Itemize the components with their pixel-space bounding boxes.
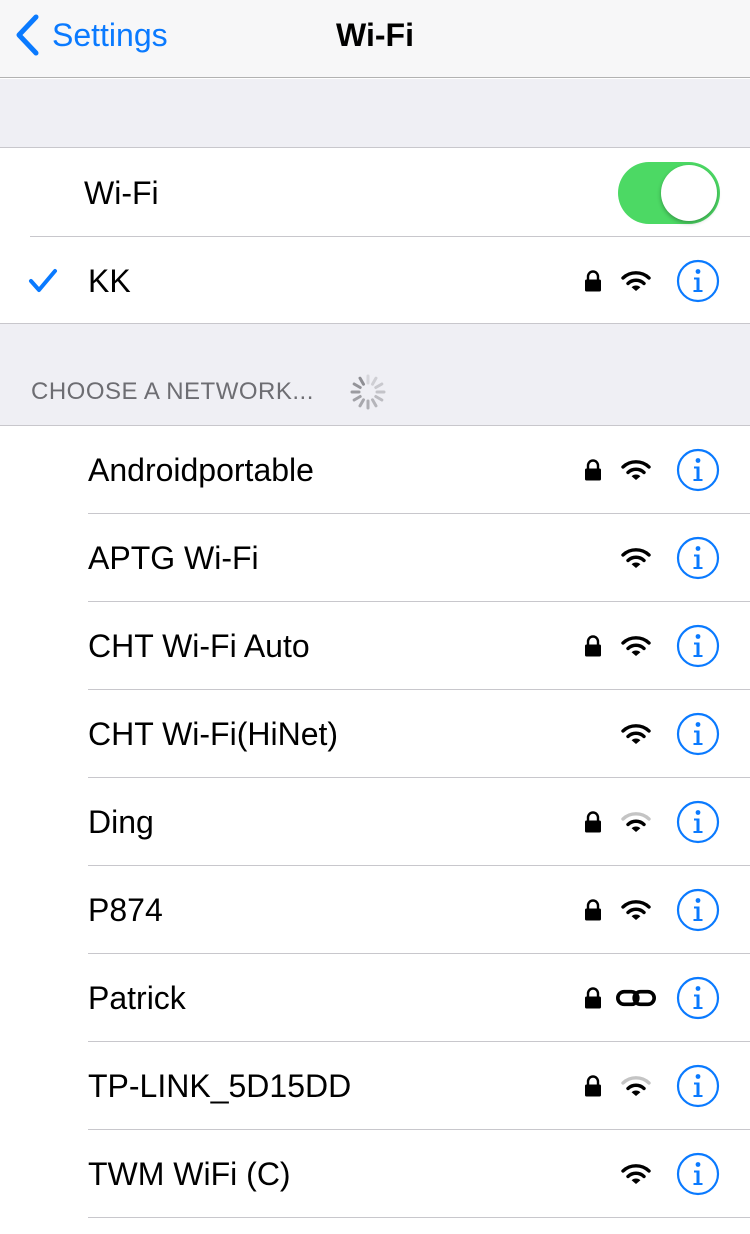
info-icon[interactable] — [676, 1064, 720, 1108]
wifi-signal-icon — [621, 724, 651, 744]
network-status-icons — [584, 954, 720, 1042]
info-icon[interactable] — [676, 800, 720, 844]
network-status-icons — [584, 426, 720, 514]
current-network-row[interactable]: KK — [0, 237, 750, 325]
page-title: Wi-Fi — [336, 17, 414, 53]
info-icon[interactable] — [676, 976, 720, 1020]
spinner-spoke — [371, 376, 378, 386]
network-row[interactable]: Patrick — [0, 954, 750, 1042]
signal-slot — [616, 547, 656, 569]
spinner-spoke — [371, 398, 378, 408]
lock-icon — [585, 1075, 601, 1097]
signal-slot — [616, 985, 656, 1011]
network-status-icons — [584, 514, 720, 602]
network-row[interactable]: Ding — [0, 778, 750, 866]
wifi-signal-icon — [621, 1076, 651, 1096]
info-icon[interactable] — [676, 536, 720, 580]
wifi-signal-icon — [621, 636, 651, 656]
network-name: Patrick — [88, 980, 186, 1016]
info-icon[interactable] — [676, 624, 720, 668]
wifi-signal-icon — [621, 548, 651, 568]
spinner-spoke — [374, 382, 384, 389]
signal-slot — [616, 1075, 656, 1097]
lock-icon — [585, 899, 601, 921]
network-name: P874 — [88, 892, 163, 928]
signal-slot — [616, 635, 656, 657]
spinner-spoke — [358, 398, 365, 408]
network-name: CHT Wi-Fi Auto — [88, 628, 310, 664]
lock-icon — [585, 270, 601, 292]
chain-link-icon — [616, 989, 656, 1007]
wifi-signal-icon — [621, 271, 651, 291]
signal-slot — [616, 270, 656, 292]
wifi-settings-group: Wi-Fi KK — [0, 149, 750, 324]
network-list: Androidportable APTG Wi-Fi CHT Wi-Fi Auto C… — [0, 426, 750, 1218]
wifi-toggle-label: Wi-Fi — [84, 175, 159, 211]
network-row[interactable]: TP-LINK_5D15DD — [0, 1042, 750, 1130]
wifi-signal-icon — [621, 1164, 651, 1184]
network-row[interactable]: CHT Wi-Fi Auto — [0, 602, 750, 690]
info-icon[interactable] — [676, 888, 720, 932]
network-status-icons — [584, 1042, 720, 1130]
network-row[interactable]: Androidportable — [0, 426, 750, 514]
network-status-icons — [584, 602, 720, 690]
signal-slot — [616, 1163, 656, 1185]
spinner-spoke — [352, 382, 362, 389]
signal-slot — [616, 459, 656, 481]
section-header-label: CHOOSE A NETWORK... — [31, 378, 314, 405]
checkmark-icon — [29, 269, 57, 292]
network-status-icons — [584, 1130, 720, 1218]
network-name: TWM WiFi (C) — [88, 1156, 291, 1192]
loading-spinner-icon — [350, 374, 386, 410]
network-status-icons — [584, 866, 720, 954]
current-network-name: KK — [88, 263, 131, 299]
toggle-knob — [661, 165, 717, 221]
spinner-spoke — [374, 395, 384, 402]
wifi-signal-icon — [621, 460, 651, 480]
network-name: Ding — [88, 804, 154, 840]
network-name: TP-LINK_5D15DD — [88, 1068, 352, 1104]
network-status-icons — [584, 778, 720, 866]
lock-icon — [585, 987, 601, 1009]
network-name: CHT Wi-Fi(HiNet) — [88, 716, 339, 752]
lock-icon — [585, 811, 601, 833]
network-row[interactable]: TWM WiFi (C) — [0, 1130, 750, 1218]
spinner-spoke — [358, 376, 365, 386]
wifi-signal-icon — [621, 812, 651, 832]
network-status-icons — [584, 690, 720, 778]
navigation-bar: Settings Wi-Fi — [0, 0, 750, 78]
spinner-spoke — [352, 395, 362, 402]
lock-icon — [585, 635, 601, 657]
info-icon[interactable] — [676, 448, 720, 492]
network-row[interactable]: APTG Wi-Fi — [0, 514, 750, 602]
signal-slot — [616, 811, 656, 833]
network-status-icons — [584, 237, 720, 325]
wifi-signal-icon — [621, 900, 651, 920]
section-spacer — [0, 79, 750, 148]
info-icon[interactable] — [676, 712, 720, 756]
network-name: APTG Wi-Fi — [88, 540, 259, 576]
lock-icon — [585, 459, 601, 481]
signal-slot — [616, 899, 656, 921]
network-name: Androidportable — [88, 452, 314, 488]
info-icon[interactable] — [676, 259, 720, 303]
signal-slot — [616, 723, 656, 745]
wifi-toggle-switch[interactable] — [618, 162, 720, 224]
info-icon[interactable] — [676, 1152, 720, 1196]
network-row[interactable]: P874 — [0, 866, 750, 954]
network-row[interactable]: CHT Wi-Fi(HiNet) — [0, 690, 750, 778]
row-separator — [88, 1217, 750, 1218]
wifi-toggle-row: Wi-Fi — [0, 149, 750, 237]
